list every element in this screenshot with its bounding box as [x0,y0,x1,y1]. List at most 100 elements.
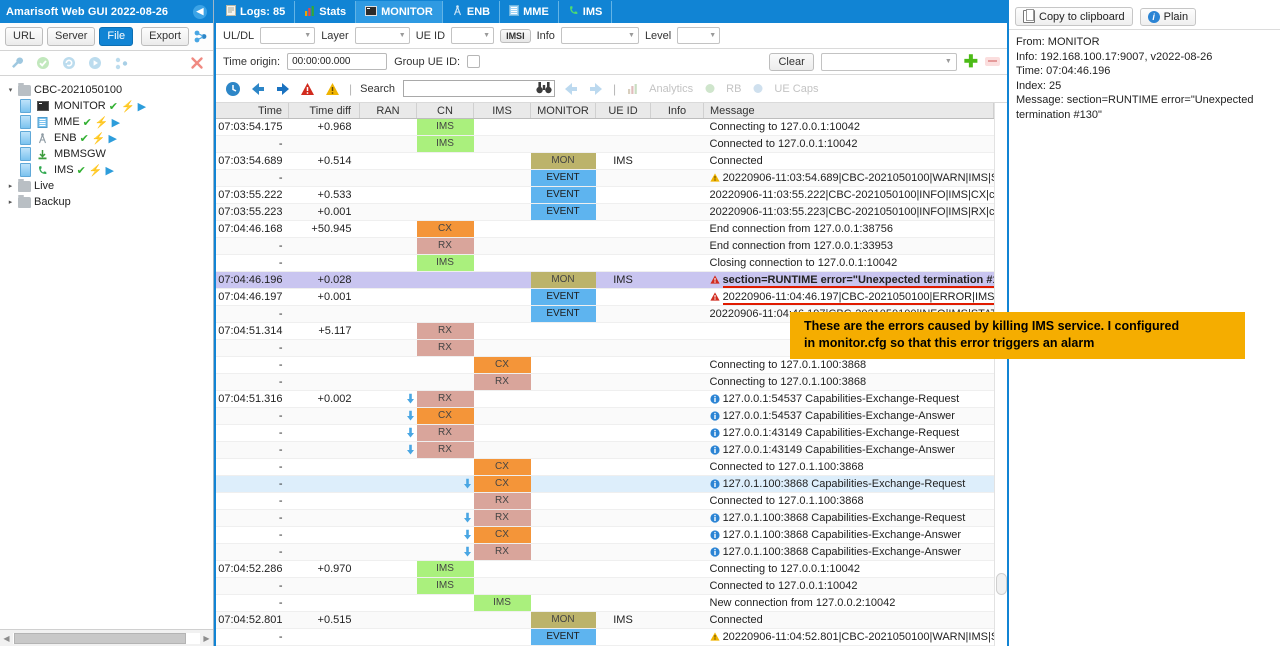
table-row[interactable]: 07:04:52.801 +0.515 MON IMS Connected [216,611,994,629]
tab-logs[interactable]: Logs: 85 [217,1,296,23]
table-row[interactable]: - CX 127.0.1.100:3868 Capabilities-Exchan… [216,526,994,544]
table-row[interactable]: 07:04:46.197 +0.001 EVENT 20220906-11:04:4… [216,288,994,306]
tab-mme[interactable]: MME [500,1,559,23]
group-ueid-checkbox[interactable] [467,55,481,68]
table-row[interactable]: - RX End connection from 127.0.0.1:33953 [216,237,994,255]
chevron-right-icon[interactable]: ▸ [6,198,15,206]
table-row[interactable]: - RX 127.0.1.100:3868 Capabilities-Exchan… [216,543,994,561]
imsi-button[interactable]: IMSI [500,28,531,43]
scroll-right-icon[interactable]: ▶ [200,634,213,643]
source-file-button[interactable]: File [99,27,134,46]
source-url-button[interactable]: URL [5,27,44,46]
tab-enb[interactable]: ENB [443,1,501,23]
table-row[interactable]: 07:04:52.286 +0.970 IMS Connecting to 127.0… [216,560,994,578]
minus-red-icon[interactable] [985,57,1000,66]
error-triangle-icon[interactable] [299,80,316,97]
table-row[interactable]: - RX 127.0.0.1:43149 Capabilities-Exchang… [216,441,994,459]
bolt-icon[interactable]: ⚡ [121,100,135,113]
tab-ims[interactable]: IMS [559,1,613,23]
table-row[interactable]: 07:03:55.222 +0.533 EVENT 20220906-11:03:55… [216,186,994,204]
table-row[interactable]: - RX Connecting to 127.0.1.100:3868 [216,373,994,391]
left-panel-hscrollbar[interactable]: ◀ ▶ [0,629,213,646]
tree-node-cbc[interactable]: ▾ CBC-2021050100 [4,82,213,98]
play-icon[interactable]: ▶ [105,164,113,177]
plus-green-icon[interactable]: ✚ [964,53,978,70]
layer-select[interactable]: ▼ [354,27,410,44]
bolt-icon[interactable]: ⚡ [95,116,109,129]
arrow-right-blue-icon[interactable] [274,80,291,97]
col-info[interactable]: Info [650,103,704,119]
col-ran[interactable]: RAN [359,103,417,119]
tree-node-ims[interactable]: IMS ✔ ⚡ ▶ [4,162,213,178]
copy-to-clipboard-button[interactable]: Copy to clipboard [1015,7,1133,26]
clock-icon[interactable] [224,80,241,97]
close-x-icon[interactable] [188,56,205,71]
level-select[interactable]: ▼ [677,27,721,44]
table-row[interactable]: 07:03:54.175 +0.968 IMS Connecting to 127.0… [216,118,994,136]
table-row[interactable]: - CX 127.0.0.1:54537 Capabilities-Exchang… [216,407,994,425]
col-timediff[interactable]: Time diff [288,103,360,119]
plus-icon[interactable] [112,56,129,71]
scroll-thumb[interactable] [996,573,1007,595]
tree-node-mbmsgw[interactable]: MBMSGW [4,146,213,162]
table-row[interactable]: - RX Connected to 127.0.1.100:3868 [216,492,994,510]
table-row[interactable]: - RX 127.0.1.100:3868 Capabilities-Exchan… [216,509,994,527]
play-icon[interactable]: ▶ [109,132,117,145]
scroll-left-icon[interactable]: ◀ [0,634,13,643]
play-icon[interactable]: ▶ [112,116,120,129]
arrow-right-disabled-icon[interactable] [588,80,605,97]
uldl-select[interactable]: ▼ [260,27,316,44]
chevron-left-icon[interactable]: ◀ [193,4,207,19]
table-row[interactable]: 07:04:46.168 +50.945 CX End connection from… [216,220,994,238]
wrench-icon[interactable] [8,56,25,71]
warning-triangle-icon[interactable] [324,80,341,97]
col-ims[interactable]: IMS [473,103,531,119]
bolt-icon[interactable]: ⚡ [89,164,103,177]
time-origin-input[interactable]: 00:00:00.000 [287,53,388,70]
tab-stats[interactable]: Stats [295,1,357,23]
source-server-button[interactable]: Server [47,27,96,46]
arrow-left-blue-icon[interactable] [249,80,266,97]
ueid-select[interactable]: ▼ [451,27,495,44]
preset-select[interactable]: ▼ [820,52,957,71]
scroll-track[interactable] [13,632,200,644]
play-icon[interactable]: ▶ [138,100,146,113]
table-row[interactable]: - EVENT 20220906-11:03:54.689|CBC-2021050… [216,169,994,187]
col-ueid[interactable]: UE ID [595,103,651,119]
play-circle-icon[interactable] [86,56,103,71]
bolt-icon[interactable]: ⚡ [92,132,106,145]
ue-caps-label[interactable]: UE Caps [774,83,818,95]
table-row[interactable]: - RX 127.0.0.1:43149 Capabilities-Exchang… [216,424,994,442]
tree-node-enb[interactable]: ENB ✔ ⚡ ▶ [4,130,213,146]
table-row[interactable]: - IMS Connected to 127.0.0.1:10042 [216,135,994,153]
table-row[interactable]: - EVENT 20220906-11:04:52.801|CBC-2021050… [216,628,994,646]
tree-node-backup[interactable]: ▸ Backup [4,194,213,210]
arrow-left-disabled-icon[interactable] [563,80,580,97]
tree-node-live[interactable]: ▸ Live [4,178,213,194]
clear-button[interactable]: Clear [769,52,814,71]
chevron-down-icon[interactable]: ▾ [6,86,15,94]
export-button[interactable]: Export [141,27,189,46]
tree-node-monitor[interactable]: MONITOR ✔ ⚡ ▶ [4,98,213,114]
col-cn[interactable]: CN [416,103,474,119]
info-select[interactable]: ▼ [560,27,639,44]
tree-node-mme[interactable]: MME ✔ ⚡ ▶ [4,114,213,130]
plain-button[interactable]: i Plain [1139,7,1197,26]
tab-monitor[interactable]: MONITOR [356,1,443,23]
table-row[interactable]: 07:03:55.223 +0.001 EVENT 20220906-11:03:55… [216,203,994,221]
col-monitor[interactable]: MONITOR [530,103,596,119]
table-row[interactable]: - IMS Connected to 127.0.0.1:10042 [216,577,994,595]
table-row[interactable]: - IMS Closing connection to 127.0.0.1:1004… [216,254,994,272]
table-row[interactable]: 07:04:46.196 +0.028 MON IMS section=RUNTIME… [216,271,994,289]
table-row[interactable]: - CX 127.0.1.100:3868 Capabilities-Exchan… [216,475,994,493]
table-row[interactable]: 07:04:51.316 +0.002 RX 127.0.0.1:54537 Cap… [216,390,994,408]
check-circle-icon[interactable] [34,56,51,71]
table-row[interactable]: - CX Connecting to 127.0.1.100:3868 [216,356,994,374]
table-row[interactable]: 07:03:54.689 +0.514 MON IMS Connected [216,152,994,170]
scroll-thumb[interactable] [14,632,186,644]
chevron-right-icon[interactable]: ▸ [6,182,15,190]
search-input[interactable] [403,81,536,96]
add-connection-icon[interactable] [193,29,208,44]
log-table-vscrollbar[interactable] [994,103,1007,646]
table-row[interactable]: - CX Connected to 127.0.1.100:3868 [216,458,994,476]
